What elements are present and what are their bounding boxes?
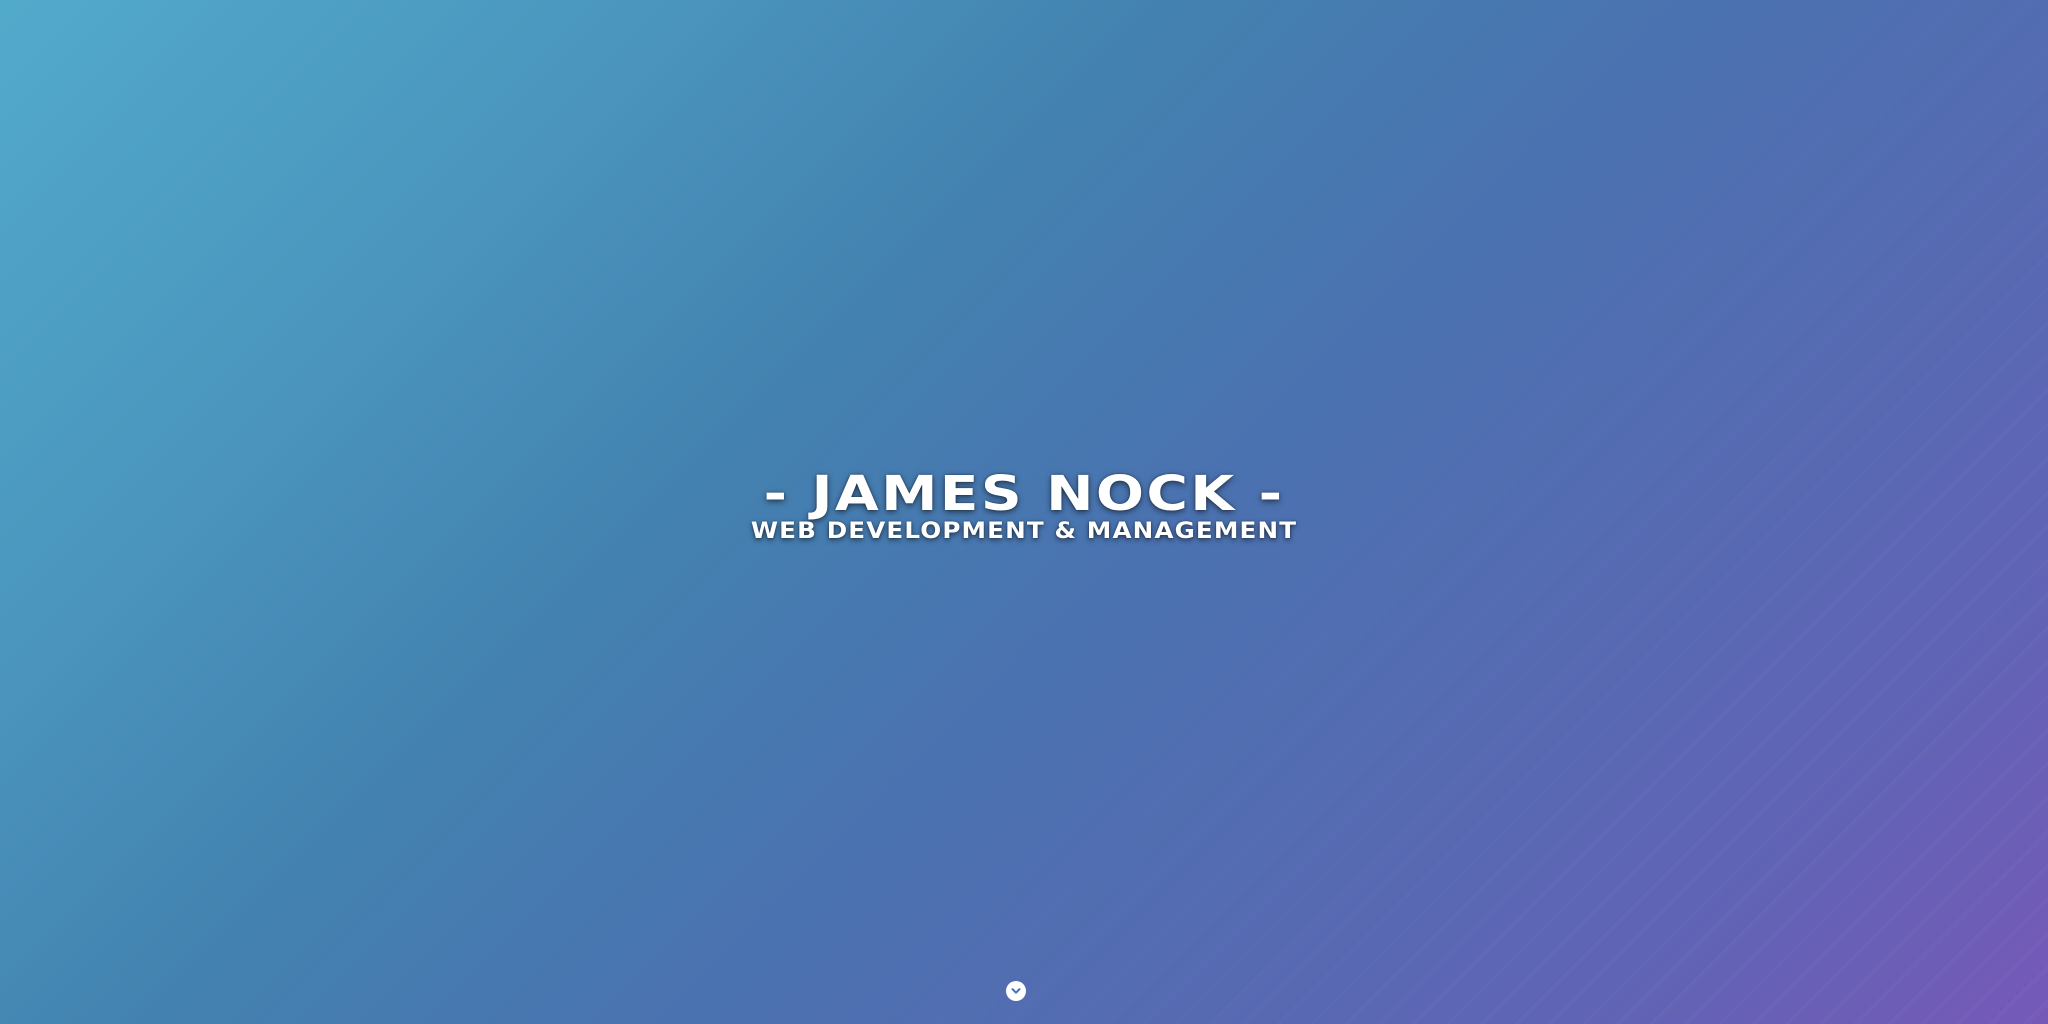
title-block: - James Nock - Web Development & Managem… [0,466,2048,546]
hero-section: - James Nock - Web Development & Managem… [0,0,2048,1024]
site-title: - James Nock - [763,466,1285,522]
chevron-down-icon [1011,988,1021,994]
scroll-down-button[interactable] [1006,981,1026,1001]
site-subtitle: Web Development & Management [750,519,1298,544]
